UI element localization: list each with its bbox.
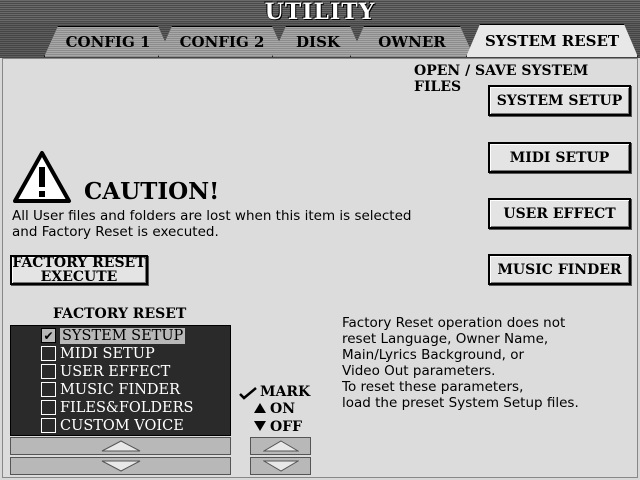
caution-message: All User files and folders are lost when…: [12, 208, 472, 240]
factory-reset-execute-line-2: EXECUTE: [40, 269, 118, 285]
list-scroll-up-button[interactable]: [10, 437, 231, 455]
user-effect-button[interactable]: USER EFFECT: [488, 198, 631, 229]
info-line: Factory Reset operation does not: [342, 315, 566, 331]
mark-off-label: OFF: [270, 419, 303, 435]
list-item-label: USER EFFECT: [60, 363, 171, 380]
caution-line-1: All User files and folders are lost when…: [12, 208, 412, 224]
list-item-files-folders[interactable]: FILES&FOLDERS: [41, 399, 193, 416]
tab-config-1[interactable]: CONFIG 1: [44, 26, 172, 57]
list-item-label: MUSIC FINDER: [60, 381, 181, 398]
triangle-down-icon: [254, 421, 266, 431]
warning-triangle-icon: [13, 151, 71, 203]
factory-reset-execute-line-1: FACTORY RESET: [12, 255, 146, 271]
checkbox-icon[interactable]: [41, 418, 56, 433]
triangle-up-icon: [254, 403, 266, 413]
list-item-music-finder[interactable]: MUSIC FINDER: [41, 381, 180, 398]
arrow-down-icon: [101, 460, 140, 472]
factory-reset-execute-button[interactable]: FACTORY RESET EXECUTE: [10, 255, 148, 285]
list-item-label: CUSTOM VOICE: [60, 417, 184, 434]
info-line: load the preset System Setup files.: [342, 395, 579, 411]
list-item-label: SYSTEM SETUP: [60, 327, 186, 344]
list-item-midi-setup[interactable]: MIDI SETUP: [41, 345, 155, 362]
list-item-user-effect[interactable]: USER EFFECT: [41, 363, 170, 380]
tab-owner[interactable]: OWNER: [350, 26, 474, 57]
caution-line-2: and Factory Reset is executed.: [12, 224, 219, 240]
arrow-up-icon: [101, 440, 140, 452]
info-line: Main/Lyrics Background, or: [342, 347, 525, 363]
tab-system-reset[interactable]: SYSTEM RESET: [466, 24, 638, 57]
checkbox-icon[interactable]: [41, 400, 56, 415]
checkmark-icon: [239, 387, 257, 400]
list-item-label: FILES&FOLDERS: [60, 399, 194, 416]
checkbox-icon[interactable]: [41, 364, 56, 379]
checkbox-checked-icon[interactable]: ✔: [41, 328, 56, 343]
mark-label: MARK: [260, 384, 311, 400]
info-line: Video Out parameters.: [342, 363, 496, 379]
list-item-system-setup[interactable]: ✔ SYSTEM SETUP: [41, 327, 186, 344]
info-line: To reset these parameters,: [342, 379, 524, 395]
caution-title: CAUTION!: [84, 178, 220, 205]
music-finder-button[interactable]: MUSIC FINDER: [488, 254, 631, 285]
checkbox-icon[interactable]: [41, 382, 56, 397]
midi-setup-button[interactable]: MIDI SETUP: [488, 142, 631, 173]
tab-config-2[interactable]: CONFIG 2: [158, 26, 286, 57]
checkbox-icon[interactable]: [41, 346, 56, 361]
info-line: reset Language, Owner Name,: [342, 331, 549, 347]
factory-reset-info: Factory Reset operation does not reset L…: [342, 315, 632, 411]
mark-off-button[interactable]: [250, 457, 311, 475]
list-item-label: MIDI SETUP: [60, 345, 155, 362]
list-item-custom-voice[interactable]: CUSTOM VOICE: [41, 417, 184, 434]
arrow-down-icon: [262, 460, 299, 472]
system-setup-button[interactable]: SYSTEM SETUP: [488, 85, 631, 116]
tab-disk[interactable]: DISK: [272, 26, 364, 57]
list-scroll-down-button[interactable]: [10, 457, 231, 475]
mark-on-button[interactable]: [250, 437, 311, 455]
title-bar: UTILITY: [0, 0, 640, 25]
factory-reset-heading: FACTORY RESET: [53, 306, 187, 322]
mark-on-label: ON: [270, 401, 295, 417]
arrow-up-icon: [262, 440, 299, 452]
